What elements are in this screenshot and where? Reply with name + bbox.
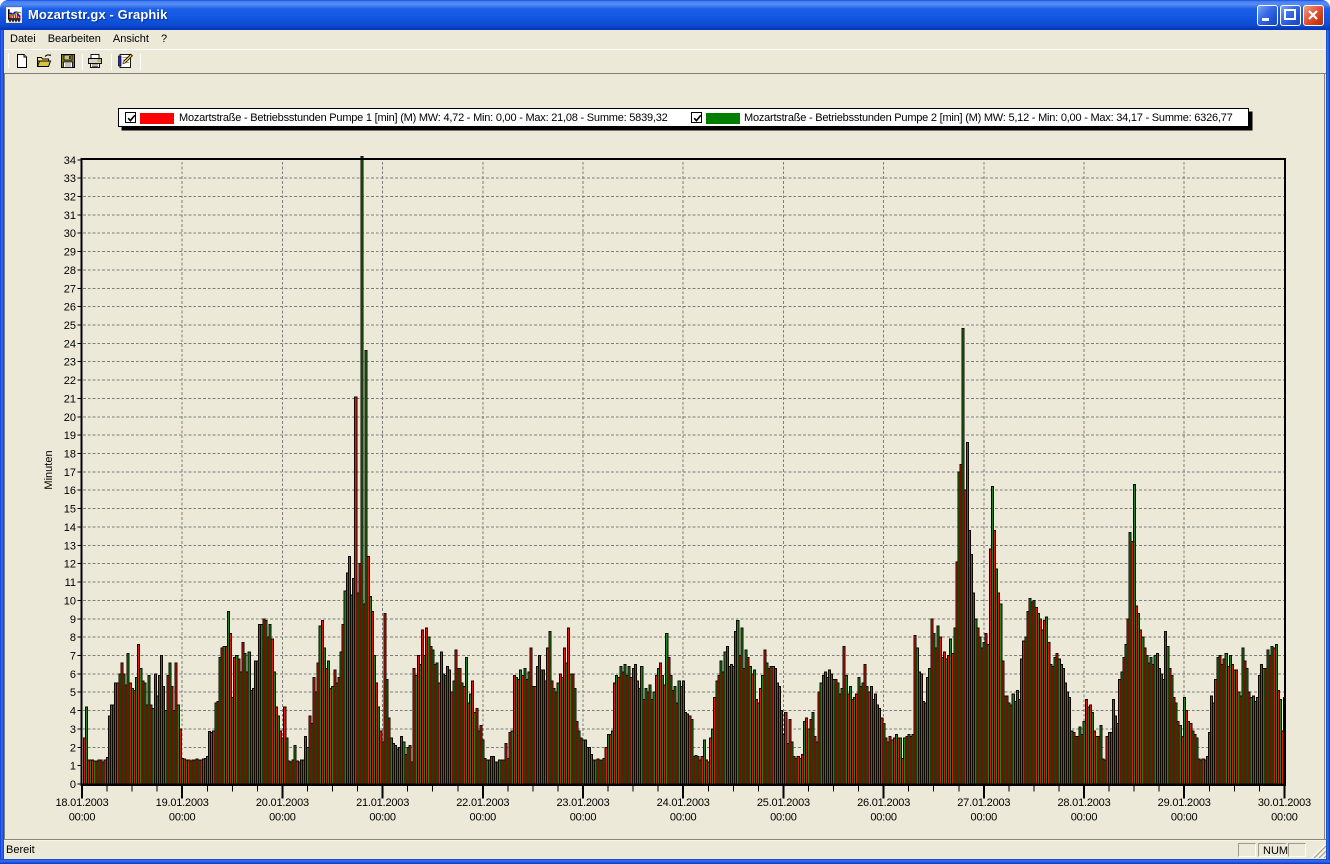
svg-text:4: 4 [70,706,76,718]
svg-text:29: 29 [64,247,76,259]
svg-text:00:00: 00:00 [1271,812,1298,824]
svg-text:21: 21 [64,393,76,405]
svg-text:15: 15 [64,504,76,516]
svg-text:25: 25 [64,320,76,332]
svg-text:22.01.2003: 22.01.2003 [456,797,509,809]
svg-text:27.01.2003: 27.01.2003 [957,797,1010,809]
svg-text:33: 33 [64,173,76,185]
svg-text:29.01.2003: 29.01.2003 [1158,797,1211,809]
svg-text:3: 3 [70,724,76,736]
svg-text:26.01.2003: 26.01.2003 [857,797,910,809]
svg-text:23: 23 [64,357,76,369]
svg-text:23.01.2003: 23.01.2003 [556,797,609,809]
svg-text:28: 28 [64,265,76,277]
svg-text:19: 19 [64,430,76,442]
svg-text:00:00: 00:00 [971,812,998,824]
svg-text:0: 0 [70,779,76,791]
svg-text:00:00: 00:00 [570,812,597,824]
svg-text:7: 7 [70,650,76,662]
svg-text:27: 27 [64,283,76,295]
svg-text:18: 18 [64,449,76,461]
svg-text:18.01.2003: 18.01.2003 [55,797,108,809]
svg-text:Minuten: Minuten [43,450,55,489]
svg-text:16: 16 [64,485,76,497]
svg-text:00:00: 00:00 [670,812,697,824]
svg-text:12: 12 [64,559,76,571]
svg-text:5: 5 [70,687,76,699]
svg-text:31: 31 [64,210,76,222]
svg-text:30: 30 [64,228,76,240]
svg-text:28.01.2003: 28.01.2003 [1057,797,1110,809]
svg-text:32: 32 [64,191,76,203]
svg-text:20: 20 [64,412,76,424]
svg-text:24: 24 [64,338,76,350]
svg-text:00:00: 00:00 [870,812,897,824]
svg-text:00:00: 00:00 [369,812,396,824]
svg-text:14: 14 [64,522,76,534]
svg-text:21.01.2003: 21.01.2003 [356,797,409,809]
svg-text:26: 26 [64,302,76,314]
svg-text:22: 22 [64,375,76,387]
svg-text:17: 17 [64,467,76,479]
svg-text:00:00: 00:00 [470,812,497,824]
svg-text:19.01.2003: 19.01.2003 [156,797,209,809]
svg-text:00:00: 00:00 [770,812,797,824]
svg-text:1: 1 [70,761,76,773]
svg-text:00:00: 00:00 [1171,812,1198,824]
svg-text:2: 2 [70,742,76,754]
svg-text:8: 8 [70,632,76,644]
svg-text:6: 6 [70,669,76,681]
svg-text:20.01.2003: 20.01.2003 [256,797,309,809]
svg-text:11: 11 [65,577,76,589]
svg-text:13: 13 [64,540,76,552]
svg-text:00:00: 00:00 [69,812,96,824]
svg-text:9: 9 [70,614,76,626]
svg-text:00:00: 00:00 [169,812,196,824]
svg-text:10: 10 [64,595,76,607]
svg-text:25.01.2003: 25.01.2003 [757,797,810,809]
svg-text:30.01.2003: 30.01.2003 [1258,797,1311,809]
svg-text:00:00: 00:00 [269,812,296,824]
svg-text:00:00: 00:00 [1071,812,1098,824]
svg-text:24.01.2003: 24.01.2003 [657,797,710,809]
svg-text:34: 34 [64,155,76,167]
